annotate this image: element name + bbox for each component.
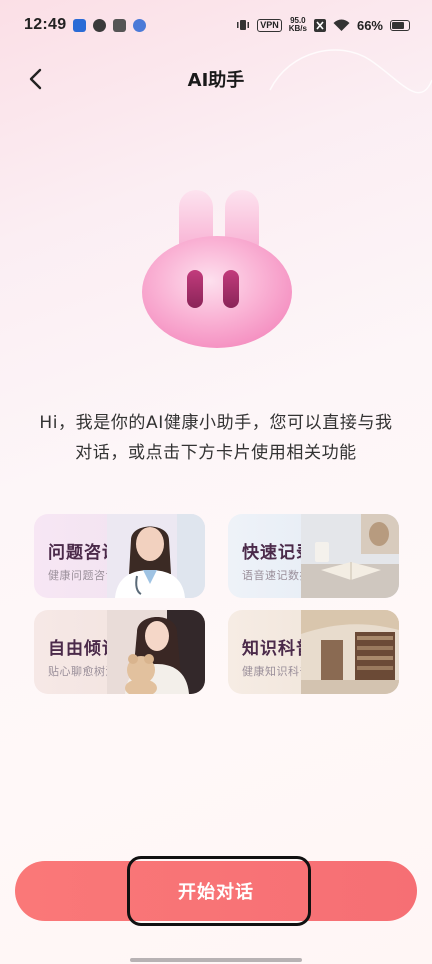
intro-text: Hi，我是你的AI健康小助手，您可以直接与我对话，或点击下方卡片使用相关功能: [39, 413, 393, 463]
library-illustration: [301, 610, 399, 694]
header: AI助手: [0, 56, 432, 102]
home-indicator: [130, 958, 302, 962]
vibrate-icon: [237, 20, 250, 30]
notebook-illustration: [301, 514, 399, 598]
page-title: AI助手: [187, 70, 245, 91]
app-notification-icon: [133, 18, 147, 32]
app-notification-icon: [73, 18, 87, 32]
battery-icon: [390, 19, 410, 31]
card-free-talk[interactable]: 自由倾诉 贴心聊愈树洞: [34, 610, 205, 694]
card-knowledge[interactable]: 知识科普 健康知识科普: [228, 610, 399, 694]
doctor-illustration: [107, 514, 205, 598]
bunny-mascot-icon: [142, 190, 292, 348]
start-conversation-button[interactable]: 开始对话: [15, 861, 417, 921]
status-time: 12:49: [24, 16, 67, 33]
card-question-consult[interactable]: 问题咨询 健康问题咨询: [34, 514, 205, 598]
card-quick-record[interactable]: 快速记录 语音速记数据: [228, 514, 399, 598]
girl-teddy-illustration: [107, 610, 205, 694]
app-notification-icon: [93, 18, 107, 32]
status-left: 12:49: [24, 16, 147, 34]
app-notification-icon: [113, 18, 127, 32]
